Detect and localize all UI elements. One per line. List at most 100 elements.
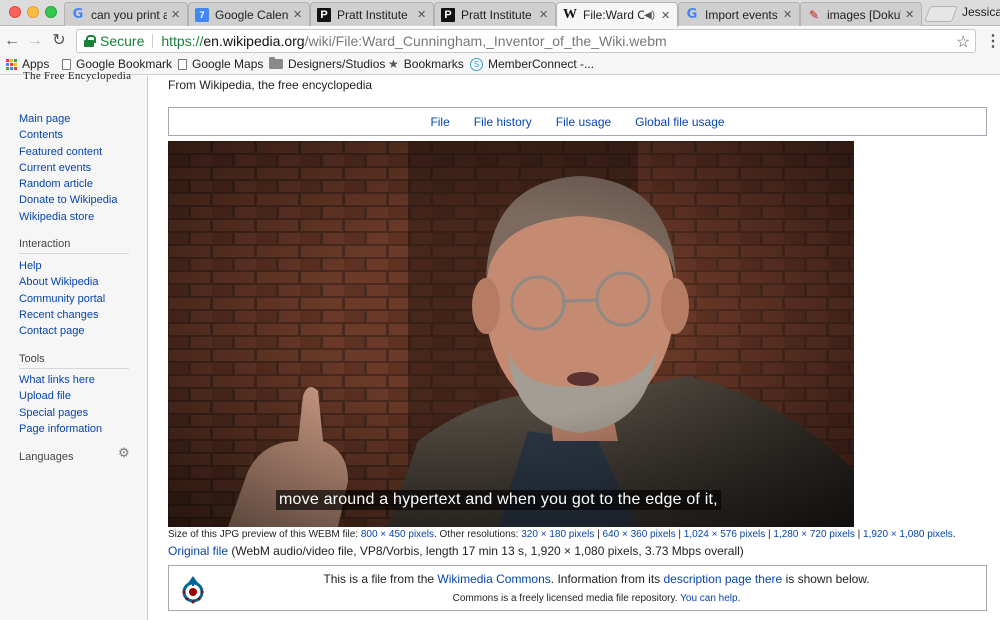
close-tab-icon[interactable]: ✕ bbox=[783, 8, 793, 21]
browser-tab[interactable]: G Import events t ✕ bbox=[678, 2, 800, 26]
reload-icon[interactable]: ↻ bbox=[50, 32, 68, 50]
close-window-button[interactable] bbox=[9, 6, 21, 18]
tab-strip: G can you print a ✕ 7 Google Calenda ✕ P… bbox=[0, 0, 1000, 27]
sidebar-link[interactable]: What links here bbox=[19, 372, 131, 388]
bookmark-label: MemberConnect -... bbox=[488, 57, 595, 71]
original-file-info: Original file (WebM audio/video file, VP… bbox=[168, 544, 744, 558]
browser-tab[interactable]: G can you print a ✕ bbox=[64, 2, 188, 26]
tab-file[interactable]: File bbox=[430, 115, 449, 129]
google-icon: G bbox=[72, 7, 84, 22]
tab-title: Pratt Institute bbox=[337, 7, 408, 22]
bookmark-label: Apps bbox=[22, 57, 50, 71]
sidebar-link[interactable]: Recent changes bbox=[19, 307, 131, 323]
commons-text: Commons is a freely licensed media file … bbox=[452, 593, 681, 604]
bookmark-memberconnect[interactable]: S MemberConnect -... bbox=[470, 57, 594, 71]
languages-heading: Languages bbox=[19, 451, 74, 463]
close-tab-icon[interactable]: ✕ bbox=[171, 8, 181, 21]
sidebar-link[interactable]: Donate to Wikipedia bbox=[19, 192, 131, 208]
sidebar-link[interactable]: Community portal bbox=[19, 291, 131, 307]
new-tab-button[interactable] bbox=[924, 6, 958, 22]
original-file-link[interactable]: Original file bbox=[168, 544, 228, 558]
commons-line-2: Commons is a freely licensed media file … bbox=[169, 593, 988, 604]
separator: | bbox=[594, 529, 603, 540]
sidebar-link[interactable]: Special pages bbox=[19, 405, 131, 421]
sidebar-link[interactable]: Contents bbox=[19, 127, 131, 143]
close-tab-icon[interactable]: ✕ bbox=[539, 8, 549, 21]
sidebar-link[interactable]: Upload file bbox=[19, 388, 131, 404]
bookmark-google-bookmark[interactable]: Google Bookmark bbox=[62, 57, 172, 71]
description-page-link[interactable]: description page there bbox=[663, 572, 782, 586]
dokuwiki-icon: ✎ bbox=[808, 7, 820, 22]
bookmark-label: Designers/Studios bbox=[288, 57, 386, 71]
logo-tagline[interactable]: The Free Encyclopedia bbox=[23, 70, 131, 82]
minimize-window-button[interactable] bbox=[27, 6, 39, 18]
sidebar-link[interactable]: Page information bbox=[19, 421, 131, 437]
browser-tab-active[interactable]: W File:Ward Cu ◀) ✕ bbox=[556, 2, 678, 27]
sidebar-link[interactable]: Wikipedia store bbox=[19, 209, 131, 225]
audio-playing-icon[interactable]: ◀) bbox=[644, 10, 655, 21]
you-can-help-link[interactable]: You can help bbox=[680, 593, 737, 604]
divider bbox=[152, 34, 154, 48]
secure-label: Secure bbox=[100, 33, 145, 49]
file-tabs: File File history File usage Global file… bbox=[168, 107, 987, 136]
browser-tab[interactable]: 7 Google Calenda ✕ bbox=[188, 2, 310, 26]
resolution-link[interactable]: 1,280 × 720 pixels bbox=[773, 529, 854, 540]
sidebar-link[interactable]: Random article bbox=[19, 176, 131, 192]
browser-tab[interactable]: ✎ images [DokuW ✕ bbox=[800, 2, 922, 26]
close-tab-icon[interactable]: ✕ bbox=[905, 8, 915, 21]
profile-name[interactable]: Jessica bbox=[962, 5, 1000, 19]
divider bbox=[147, 76, 148, 620]
resolution-link[interactable]: 800 × 450 pixels bbox=[361, 529, 434, 540]
bookmark-google-maps[interactable]: Google Maps bbox=[178, 57, 263, 71]
address-bar[interactable]: Secure https://en.wikipedia.org/wiki/Fil… bbox=[76, 29, 976, 53]
sidebar-link[interactable]: About Wikipedia bbox=[19, 274, 131, 290]
url-scheme: https:// bbox=[161, 33, 204, 49]
gear-icon[interactable]: ⚙ bbox=[118, 445, 130, 461]
bookmark-apps[interactable]: Apps bbox=[6, 57, 49, 71]
resolution-link[interactable]: 1,920 × 1,080 pixels bbox=[863, 529, 953, 540]
commons-text: . Information from its bbox=[550, 572, 664, 586]
resolution-link[interactable]: 320 × 180 pixels bbox=[521, 529, 594, 540]
tab-file-usage[interactable]: File usage bbox=[556, 115, 611, 129]
tab-title: Pratt Institute bbox=[461, 7, 532, 22]
commons-link[interactable]: Wikimedia Commons bbox=[437, 572, 550, 586]
bookmark-star-icon[interactable]: ☆ bbox=[956, 32, 970, 52]
sidebar-link[interactable]: Contact page bbox=[19, 323, 131, 339]
bookmark-label: Google Bookmark bbox=[76, 57, 173, 71]
commons-line-1: This is a file from the Wikimedia Common… bbox=[169, 572, 988, 586]
tab-title: can you print a bbox=[91, 7, 167, 22]
sidebar-link[interactable]: Featured content bbox=[19, 144, 131, 160]
back-arrow-icon[interactable]: ← bbox=[3, 32, 21, 50]
tab-global-file-usage[interactable]: Global file usage bbox=[635, 115, 724, 129]
browser-tab[interactable]: P Pratt Institute ✕ bbox=[434, 2, 556, 26]
maximize-window-button[interactable] bbox=[45, 6, 57, 18]
google-icon: G bbox=[686, 7, 698, 22]
close-tab-icon[interactable]: ✕ bbox=[661, 9, 671, 22]
tools-heading: Tools bbox=[19, 353, 129, 369]
video-player[interactable]: move around a hypertext and when you got… bbox=[168, 141, 854, 527]
close-tab-icon[interactable]: ✕ bbox=[293, 8, 303, 21]
browser-tab[interactable]: P Pratt Institute ✕ bbox=[310, 2, 434, 26]
forward-arrow-icon[interactable]: → bbox=[26, 32, 44, 50]
commons-notice: This is a file from the Wikimedia Common… bbox=[168, 565, 987, 611]
tab-title: images [DokuW bbox=[827, 7, 901, 22]
apps-icon bbox=[6, 58, 17, 70]
commons-text: This is a file from the bbox=[323, 572, 438, 586]
resolution-link[interactable]: 640 × 360 pixels bbox=[603, 529, 676, 540]
video-frame bbox=[168, 141, 854, 527]
bookmark-bookmarks[interactable]: ★ Bookmarks bbox=[388, 57, 464, 71]
bookmark-label: Google Maps bbox=[192, 57, 264, 71]
original-file-details: (WebM audio/video file, VP8/Vorbis, leng… bbox=[228, 544, 744, 558]
lock-icon bbox=[84, 35, 96, 47]
resolution-link[interactable]: 1,024 × 576 pixels bbox=[684, 529, 765, 540]
sidebar-link[interactable]: Current events bbox=[19, 160, 131, 176]
site-tagline: From Wikipedia, the free encyclopedia bbox=[168, 78, 373, 92]
sidebar-link[interactable]: Help bbox=[19, 258, 131, 274]
nav-main: Main page Contents Featured content Curr… bbox=[19, 111, 131, 225]
interaction-heading: Interaction bbox=[19, 238, 129, 254]
menu-icon[interactable]: ⋮ bbox=[985, 31, 1000, 51]
close-tab-icon[interactable]: ✕ bbox=[417, 8, 427, 21]
sidebar-link[interactable]: Main page bbox=[19, 111, 131, 127]
tab-file-history[interactable]: File history bbox=[474, 115, 532, 129]
bookmark-designers-studios[interactable]: Designers/Studios bbox=[269, 57, 385, 71]
